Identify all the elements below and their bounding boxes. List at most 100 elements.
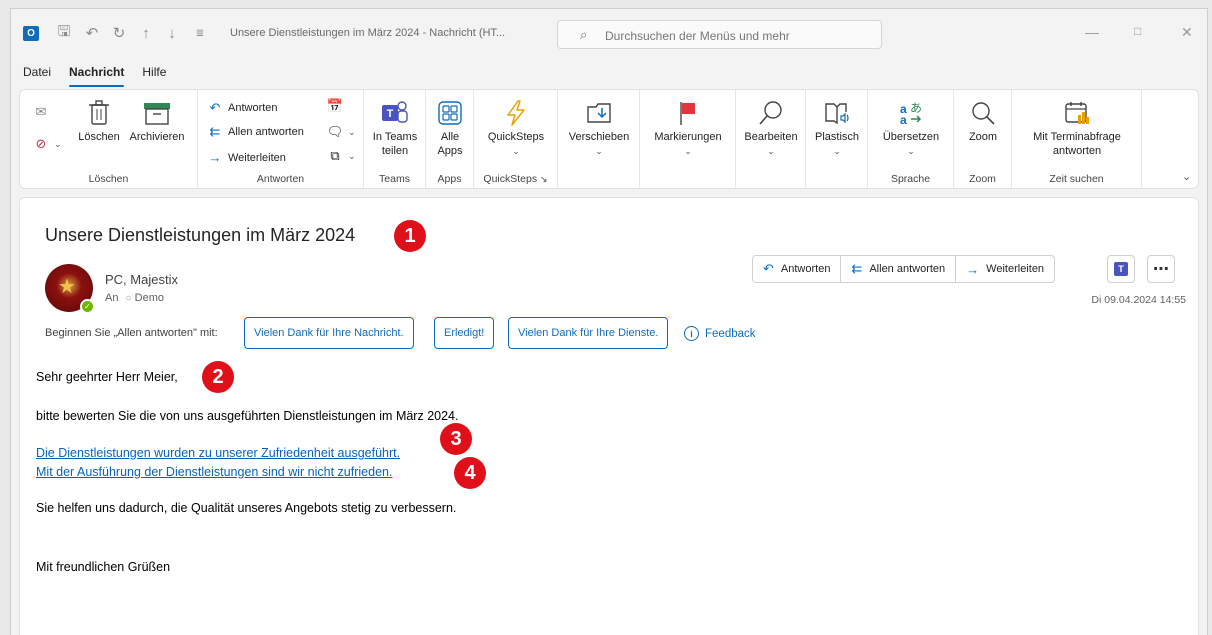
annotation-marker-1: 1 bbox=[394, 220, 426, 252]
search-box[interactable]: ⌕ Durchsuchen der Menüs und mehr bbox=[557, 20, 882, 49]
share-to-teams-button[interactable]: T In Teams teilen bbox=[368, 100, 422, 158]
forward-icon: → bbox=[966, 261, 980, 277]
close-icon[interactable]: ✕ bbox=[1181, 24, 1193, 41]
maximize-icon[interactable]: □ bbox=[1134, 24, 1141, 38]
svg-text:a: a bbox=[900, 113, 907, 126]
reply-with-poll-button[interactable]: Mit Terminabfrage antworten bbox=[1016, 100, 1138, 158]
previous-item-icon[interactable]: ↑ bbox=[137, 24, 155, 42]
ribbon-group-tags: Markierungen ⌄ bbox=[640, 90, 736, 188]
body-closing: Mit freundlichen Grüßen bbox=[36, 560, 171, 574]
immersive-reader-button[interactable]: Plastisch ⌄ bbox=[810, 100, 864, 158]
reply-action-button[interactable]: ↶ Antworten bbox=[753, 256, 842, 282]
customize-toolbar-icon[interactable]: ≣ bbox=[191, 24, 209, 42]
archive-button[interactable]: Archivieren bbox=[124, 100, 190, 144]
edit-button[interactable]: Bearbeiten ⌄ bbox=[740, 100, 802, 158]
svg-text:あ: あ bbox=[910, 101, 922, 115]
feedback-link[interactable]: i Feedback bbox=[684, 326, 756, 341]
ribbon-group-find-time: Mit Terminabfrage antworten Zeit suchen bbox=[1012, 90, 1142, 188]
translate-icon: a あa bbox=[900, 101, 922, 126]
junk-icon[interactable]: ⊘ ⌄ bbox=[32, 136, 62, 152]
all-apps-line2: Apps bbox=[437, 145, 463, 157]
flag-icon bbox=[680, 102, 695, 125]
share-to-teams-line1: In Teams bbox=[372, 131, 418, 143]
zoom-button[interactable]: Zoom bbox=[958, 100, 1008, 144]
delete-button[interactable]: Löschen bbox=[74, 100, 124, 144]
scheduling-poll-icon bbox=[1065, 102, 1089, 124]
reply-with-poll-line1: Mit Terminabfrage bbox=[1033, 131, 1121, 143]
tags-label: Markierungen bbox=[654, 131, 722, 143]
ribbon-group-label-reply: Antworten bbox=[256, 173, 305, 185]
all-apps-button[interactable]: Alle Apps bbox=[430, 100, 470, 158]
ribbon-expand-chevron-icon[interactable]: ⌄ bbox=[1182, 170, 1191, 183]
tags-button[interactable]: Markierungen ⌄ bbox=[644, 100, 732, 158]
next-item-icon[interactable]: ↓ bbox=[163, 24, 181, 42]
tab-nachricht[interactable]: Nachricht bbox=[63, 61, 130, 87]
ribbon-group-apps: Alle Apps Apps bbox=[426, 90, 474, 188]
message-actions: ↶ Antworten ⇇ Allen antworten → Weiterleite… bbox=[752, 255, 1056, 283]
rating-link-positive[interactable]: Die Dienstleistungen wurden zu unserer Z… bbox=[36, 446, 400, 460]
redo-icon[interactable]: ↻ bbox=[110, 24, 128, 42]
ribbon-group-label-find-time: Zeit suchen bbox=[1049, 173, 1104, 185]
annotation-marker-3: 3 bbox=[440, 423, 472, 455]
forward-action-label: Weiterleiten bbox=[986, 263, 1045, 275]
dialog-launcher-icon[interactable]: ↘ bbox=[540, 174, 548, 184]
reply-all-button[interactable]: ⇇ Allen antworten bbox=[206, 124, 304, 140]
suggested-reply-3[interactable]: Vielen Dank für Ihre Dienste. bbox=[508, 317, 669, 349]
reply-all-action-button[interactable]: ⇇ Allen antworten bbox=[841, 256, 957, 282]
body-outro: Sie helfen uns dadurch, die Qualität uns… bbox=[36, 501, 457, 515]
more-actions-button[interactable]: ⋯ bbox=[1147, 255, 1175, 283]
tags-chevron-icon: ⌄ bbox=[684, 146, 692, 156]
all-apps-line1: Alle bbox=[440, 131, 460, 143]
message-pane: Unsere Dienstleistungen im März 2024 1 ★… bbox=[19, 197, 1199, 635]
forward-button[interactable]: → Weiterleiten bbox=[206, 150, 286, 165]
teams-icon: T bbox=[382, 101, 408, 123]
find-icon bbox=[759, 101, 782, 125]
suggested-reply-1[interactable]: Vielen Dank für Ihre Nachricht. bbox=[244, 317, 414, 349]
title-bar: O 🖫 ↶ ↻ ↑ ↓ ≣ Unsere Dienstleistungen im… bbox=[11, 9, 1207, 57]
move-button[interactable]: Verschieben ⌄ bbox=[562, 100, 636, 158]
search-icon: ⌕ bbox=[580, 27, 588, 42]
teams-share-button[interactable]: T bbox=[1107, 255, 1135, 283]
tab-datei[interactable]: Datei bbox=[17, 61, 57, 87]
ribbon-group-reply: ↶ Antworten ⇇ Allen antworten → Weiterleite… bbox=[198, 90, 364, 188]
window-title: Unsere Dienstleistungen im März 2024 - N… bbox=[230, 27, 506, 39]
more-respond-icon[interactable]: ⧉ ⌄ bbox=[326, 148, 355, 164]
reply-label: Antworten bbox=[228, 102, 278, 114]
message-subject: Unsere Dienstleistungen im März 2024 bbox=[45, 225, 356, 245]
presence-available-icon: ✓ bbox=[80, 299, 95, 314]
teams-icon: T bbox=[1114, 262, 1128, 276]
ribbon-group-label-apps: Apps bbox=[437, 173, 462, 185]
quicksteps-button[interactable]: QuickSteps ⌄ bbox=[478, 100, 554, 158]
search-placeholder: Durchsuchen der Menüs und mehr bbox=[605, 29, 790, 43]
ribbon-group-edit: Bearbeiten ⌄ bbox=[736, 90, 806, 188]
immersive-reader-icon bbox=[825, 103, 849, 125]
apps-grid-icon bbox=[438, 101, 462, 125]
move-label: Verschieben bbox=[568, 131, 630, 143]
reply-meeting-icon[interactable]: 📅 bbox=[326, 98, 348, 114]
reply-all-label: Allen antworten bbox=[228, 126, 304, 138]
outlook-logo-icon: O bbox=[23, 26, 39, 41]
undo-icon[interactable]: ↶ bbox=[83, 24, 101, 42]
ignore-icon[interactable]: ✉ bbox=[32, 104, 54, 120]
forward-action-button[interactable]: → Weiterleiten bbox=[956, 256, 1054, 282]
reply-all-icon: ⇇ bbox=[851, 261, 863, 276]
translate-button[interactable]: aあa Übersetzen ⌄ bbox=[872, 100, 950, 158]
im-reply-icon[interactable]: 🗨 ⌄ bbox=[326, 124, 356, 140]
annotation-marker-4: 4 bbox=[454, 457, 486, 489]
forward-label: Weiterleiten bbox=[228, 151, 286, 164]
minimize-icon[interactable]: — bbox=[1085, 24, 1099, 40]
save-icon[interactable]: 🖫 bbox=[55, 23, 73, 42]
body-intro: bitte bewerten Sie die von uns ausgeführ… bbox=[36, 409, 459, 423]
message-datetime: Di 09.04.2024 14:55 bbox=[1091, 294, 1186, 306]
recipient-name[interactable]: Demo bbox=[135, 292, 164, 304]
outlook-window: O 🖫 ↶ ↻ ↑ ↓ ≣ Unsere Dienstleistungen im… bbox=[10, 8, 1208, 635]
avatar: ★ ✓ bbox=[45, 264, 95, 314]
tab-hilfe[interactable]: Hilfe bbox=[136, 61, 172, 87]
sender-name[interactable]: PC, Majestix bbox=[105, 272, 178, 287]
info-icon: i bbox=[684, 326, 699, 341]
rating-link-negative[interactable]: Mit der Ausführung der Dienstleistungen … bbox=[36, 465, 392, 479]
edit-chevron-icon: ⌄ bbox=[767, 146, 775, 156]
reply-button[interactable]: ↶ Antworten bbox=[206, 100, 278, 116]
suggested-reply-2[interactable]: Erledigt! bbox=[434, 317, 495, 349]
feedback-label: Feedback bbox=[705, 327, 756, 340]
